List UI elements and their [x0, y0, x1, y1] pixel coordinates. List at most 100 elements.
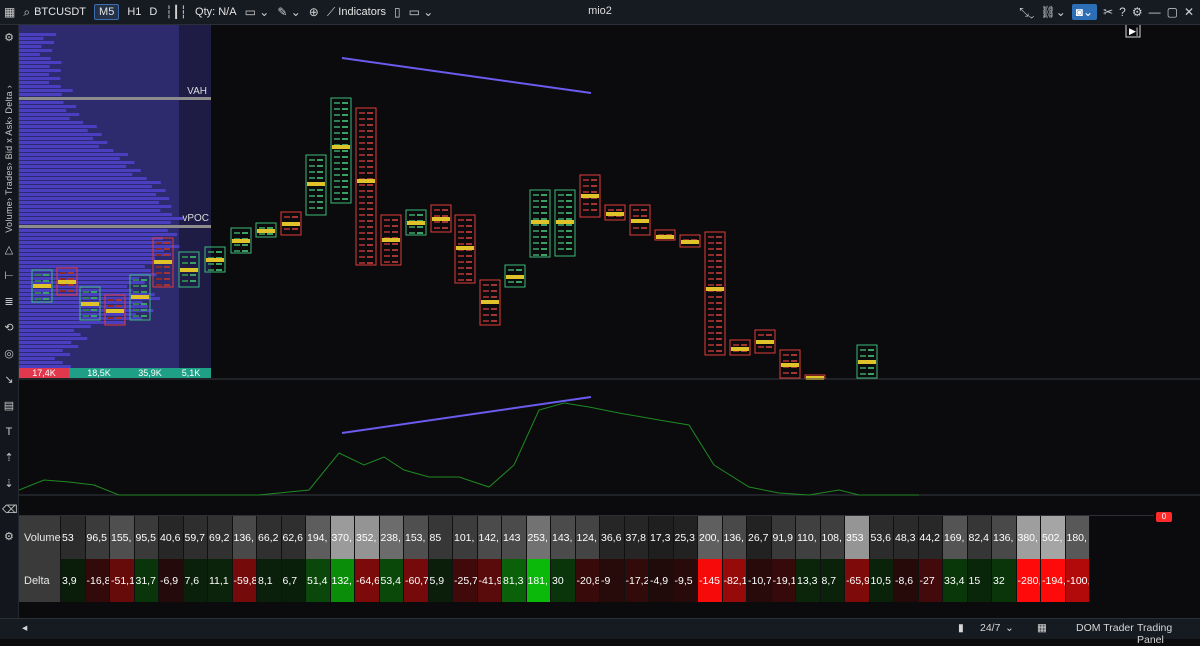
footprint-cell	[541, 224, 547, 226]
footprint-cell	[708, 326, 714, 328]
profile-bar	[19, 221, 171, 224]
footprint-cell	[342, 168, 348, 170]
tools-icon[interactable]: ✂	[1103, 5, 1113, 19]
ruler-icon[interactable]: ⊢	[2, 269, 16, 283]
chevron-down-icon[interactable]: ⌄	[1005, 622, 1014, 634]
footprint-cell	[417, 232, 423, 234]
gear-icon[interactable]: ⚙	[2, 31, 16, 45]
footprint-cell	[533, 206, 539, 208]
maximize-icon[interactable]: ▢	[1167, 5, 1178, 19]
session-selector[interactable]: 24/7	[980, 622, 1000, 634]
minimize-icon[interactable]: —	[1149, 5, 1161, 19]
arrow-icon[interactable]: ↘	[2, 373, 16, 387]
delta-cell: -9	[600, 559, 625, 602]
footprint-cell	[708, 314, 714, 316]
footprint-cell	[583, 209, 589, 211]
chart-type-icon[interactable]: ┆┃┆	[161, 0, 191, 24]
indicators-button[interactable]: ⟋ Indicators	[323, 0, 390, 24]
timeframe-d[interactable]: D	[145, 0, 161, 24]
volume-cell: 238,	[379, 516, 404, 559]
footprint-cell	[309, 201, 315, 203]
delta-cell: 8,7	[820, 559, 845, 602]
footprint-cell	[384, 219, 390, 221]
display-icon[interactable]: ▭ ⌄	[241, 0, 274, 24]
footprint-cell	[608, 209, 614, 211]
footprint-chart[interactable]: VAH vPOC 17,4K 18,5K 35,9K 5,1K ▶|	[18, 22, 1200, 515]
chart-area[interactable]: VAH vPOC 17,4K 18,5K 35,9K 5,1K ▶|	[18, 22, 1200, 515]
profile-bar	[19, 253, 172, 256]
timeframe-m5[interactable]: M5	[90, 0, 123, 24]
chart-layers-label[interactable]: Volume› Trades› Bid x Ask› Delta ›	[4, 85, 14, 233]
footprint-cell	[708, 350, 714, 352]
footprint-cell	[716, 248, 722, 250]
footprint-cell	[558, 236, 564, 238]
profile-stat-value: 17,4K	[32, 368, 56, 378]
text-icon[interactable]: T	[2, 425, 16, 439]
path-icon[interactable]: ⟲	[2, 321, 16, 335]
scroll-handle[interactable]: ▮	[958, 622, 964, 634]
grid-icon[interactable]: ▤	[2, 399, 16, 413]
profile-bar	[19, 125, 97, 128]
footprint-cell	[141, 315, 147, 317]
eraser-icon[interactable]: ⌫	[2, 503, 18, 517]
settings-icon[interactable]: ⚙	[1132, 5, 1143, 19]
footprint-cell	[284, 228, 290, 230]
close-icon[interactable]: ✕	[1184, 5, 1194, 19]
profile-bar	[19, 53, 40, 56]
trading-panel-button[interactable]: Trading Panel	[1137, 622, 1200, 646]
collapse-icon[interactable]: ⤡⌄	[1019, 5, 1034, 20]
magnet-icon[interactable]: ◎	[2, 347, 16, 361]
volume-cell: 96,5	[85, 516, 110, 559]
link-icon[interactable]: ⛓⌄	[1040, 5, 1065, 19]
alert-badge[interactable]: 0	[1156, 512, 1172, 522]
profile-bar	[19, 173, 133, 176]
profile-bar	[19, 65, 50, 68]
fib-icon[interactable]: ≣	[2, 295, 16, 309]
footprint-cell	[182, 280, 188, 282]
draw-icon[interactable]: ✎ ⌄	[273, 0, 304, 24]
symbol-selector[interactable]: ⌕ BTCUSDT	[19, 0, 90, 24]
footprint-cell	[442, 221, 448, 223]
delta-cell: -9,5	[673, 559, 698, 602]
footprint-cell	[43, 298, 49, 300]
footprint-cell	[367, 208, 373, 210]
window-controls: ⤡⌄ ⛓⌄ ◙⌄ ✂ ? ⚙ — ▢ ✕	[1019, 0, 1194, 24]
calendar-icon[interactable]: ▦	[1037, 622, 1047, 634]
sort-up-icon[interactable]: ⇡	[2, 451, 16, 465]
sort-down-icon[interactable]: ⇣	[2, 477, 16, 491]
delta-cell: -10,7	[747, 559, 772, 602]
qty-selector[interactable]: Qty: N/A	[191, 0, 241, 24]
scroll-left-icon[interactable]: ◂	[22, 622, 27, 634]
triangle-icon[interactable]: △	[2, 243, 16, 257]
footprint-cell	[334, 156, 340, 158]
footprint-cell	[483, 290, 489, 292]
footprint-cell	[384, 255, 390, 257]
menu-icon[interactable]: ▦	[0, 0, 19, 24]
camera-icon[interactable]: ◙⌄	[1071, 4, 1098, 20]
footprint-cell	[60, 284, 66, 286]
footprint-cell	[384, 231, 390, 233]
grid-settings-icon[interactable]: ⚙	[4, 530, 14, 543]
footprint-cell	[141, 303, 147, 305]
help-icon[interactable]: ?	[1119, 5, 1126, 19]
footprint-cell	[641, 209, 647, 211]
footprint-cell	[242, 244, 248, 246]
template-icon[interactable]: ▭ ⌄	[405, 0, 438, 24]
volume-cell: 53,6	[869, 516, 894, 559]
footprint-cell	[359, 160, 365, 162]
footprint-cell	[133, 303, 139, 305]
footprint-cell	[367, 220, 373, 222]
profile-bar	[19, 93, 62, 96]
footprint-cell	[558, 248, 564, 250]
zoom-icon[interactable]: ⊕	[305, 0, 323, 24]
footprint-cell	[508, 269, 514, 271]
dom-trader-button[interactable]: DOM Trader	[1076, 622, 1134, 634]
footprint-cell	[309, 195, 315, 197]
footprint-cell	[384, 243, 390, 245]
footprint-cell	[558, 200, 564, 202]
mouse-icon[interactable]: ▯	[390, 0, 405, 24]
footprint-cell	[234, 250, 240, 252]
footprint-cell	[466, 243, 472, 245]
footprint-cell	[558, 224, 564, 226]
timeframe-h1[interactable]: H1	[123, 0, 145, 24]
